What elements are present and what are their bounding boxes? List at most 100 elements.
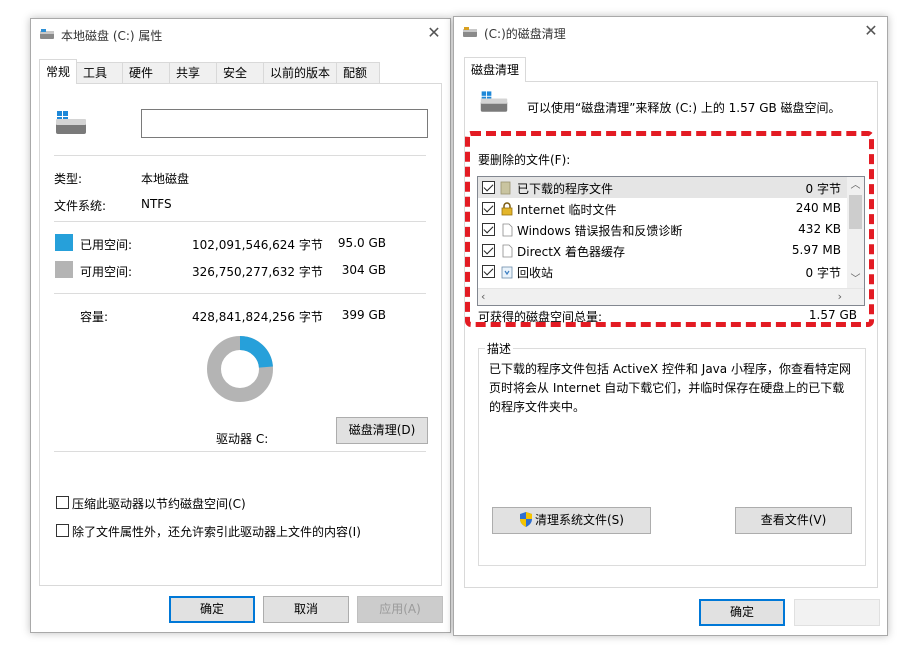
properties-title: 本地磁盘 (C:) 属性	[61, 29, 163, 43]
cleanup-title: (C:)的磁盘清理	[484, 27, 566, 41]
filesystem-label: 文件系统:	[54, 199, 107, 213]
scroll-thumb[interactable]	[849, 195, 862, 229]
ok-button[interactable]: 确定	[169, 596, 255, 623]
clean-system-files-button[interactable]: 清理系统文件(S)	[492, 507, 651, 534]
used-gb: 95.0 GB	[337, 236, 386, 250]
filesystem-value: NTFS	[141, 197, 172, 211]
cleanup-panel: 可以使用“磁盘清理”来释放 (C:) 上的 1.57 GB 磁盘空间。 要删除的…	[464, 81, 878, 588]
scroll-up-icon[interactable]: ︿	[847, 177, 864, 194]
file-icon	[500, 244, 514, 258]
lock-icon	[500, 202, 514, 216]
file-list-item[interactable]: 已下载的程序文件 0 字节	[478, 177, 847, 198]
donut-used	[239, 336, 273, 369]
file-size: 432 KB	[798, 222, 841, 236]
cleanup-intro: 可以使用“磁盘清理”来释放 (C:) 上的 1.57 GB 磁盘空间。	[527, 101, 841, 115]
drive-large-icon	[56, 111, 86, 134]
drive-icon	[40, 29, 54, 39]
divider	[54, 293, 426, 294]
properties-window: 本地磁盘 (C:) 属性 ✕ 常规 工具 硬件 共享 安全 以前的版本 配额 类…	[30, 18, 451, 633]
file-checkbox[interactable]	[482, 181, 495, 194]
cleanup-icon	[463, 27, 477, 37]
cleanup-cancel-button-obscured[interactable]	[794, 599, 880, 626]
total-space-label: 可获得的磁盘空间总量:	[478, 310, 603, 324]
cancel-button[interactable]: 取消	[263, 596, 349, 623]
apply-button[interactable]: 应用(A)	[357, 596, 443, 623]
used-bytes: 102,091,546,624 字节	[192, 238, 323, 252]
file-icon	[500, 223, 514, 237]
cleanup-tabs: 磁盘清理	[464, 57, 527, 82]
file-list-item[interactable]: 回收站 0 字节	[478, 261, 847, 282]
folder-icon	[500, 181, 514, 195]
file-checkbox[interactable]	[482, 265, 495, 278]
clean-system-files-label: 清理系统文件(S)	[535, 513, 624, 527]
scroll-right-icon[interactable]: ›	[838, 289, 842, 305]
free-bytes: 326,750,277,632 字节	[192, 265, 323, 279]
description-group: 描述 已下载的程序文件包括 ActiveX 控件和 Java 小程序，你查看特定…	[478, 340, 866, 566]
file-checkbox[interactable]	[482, 202, 495, 215]
file-size: 240 MB	[795, 201, 841, 215]
file-name: 已下载的程序文件	[517, 182, 614, 196]
files-to-delete-label: 要删除的文件(F):	[478, 153, 571, 167]
view-files-button[interactable]: 查看文件(V)	[735, 507, 852, 534]
type-label: 类型:	[54, 172, 83, 186]
file-name: 回收站	[517, 266, 554, 280]
drive-name-input[interactable]	[141, 109, 428, 138]
free-label: 可用空间:	[80, 265, 133, 279]
file-list-item[interactable]: Windows 错误报告和反馈诊断 432 KB	[478, 219, 847, 240]
drive-label: 驱动器 C:	[216, 432, 269, 446]
divider	[54, 155, 426, 156]
cleanup-titlebar[interactable]: (C:)的磁盘清理 ✕	[454, 17, 887, 47]
scroll-down-icon[interactable]: ﹀	[847, 271, 864, 288]
recycle-bin-icon	[500, 265, 514, 279]
close-icon[interactable]: ✕	[426, 25, 442, 41]
files-listbox[interactable]: 已下载的程序文件 0 字节 Internet 临时文件 240 MB Windows 错…	[477, 176, 865, 306]
used-label: 已用空间:	[80, 238, 133, 252]
file-checkbox[interactable]	[482, 223, 495, 236]
tab-sharing[interactable]: 共享	[169, 62, 218, 84]
vertical-scrollbar[interactable]: ︿ ﹀	[847, 177, 864, 288]
free-color-swatch	[55, 261, 73, 278]
cleanup-ok-button[interactable]: 确定	[699, 599, 785, 626]
capacity-bytes: 428,841,824,256 字节	[192, 310, 323, 324]
divider	[54, 451, 426, 452]
scroll-left-icon[interactable]: ‹	[481, 289, 485, 305]
compress-checkbox[interactable]	[56, 496, 69, 509]
free-gb: 304 GB	[341, 263, 386, 277]
tab-security[interactable]: 安全	[216, 62, 265, 84]
disk-cleanup-button[interactable]: 磁盘清理(D)	[336, 417, 428, 444]
file-name: Windows 错误报告和反馈诊断	[517, 224, 683, 238]
close-icon[interactable]: ✕	[863, 23, 879, 39]
capacity-gb: 399 GB	[341, 308, 386, 322]
divider	[54, 221, 426, 222]
horizontal-scrollbar[interactable]: ‹ ›	[478, 288, 864, 305]
type-value: 本地磁盘	[141, 172, 190, 186]
used-color-swatch	[55, 234, 73, 251]
tab-tools[interactable]: 工具	[76, 62, 124, 84]
tab-hardware[interactable]: 硬件	[122, 62, 171, 84]
properties-tabs: 常规 工具 硬件 共享 安全 以前的版本 配额	[39, 59, 381, 84]
total-space-value: 1.57 GB	[808, 308, 857, 322]
file-checkbox[interactable]	[482, 244, 495, 257]
capacity-label: 容量:	[80, 310, 109, 324]
file-size: 5.97 MB	[791, 243, 841, 257]
disk-cleanup-window: (C:)的磁盘清理 ✕ 磁盘清理 可以使用“磁盘清理”来释放 (C:) 上的 1…	[453, 16, 888, 636]
file-list-item[interactable]: Internet 临时文件 240 MB	[478, 198, 847, 219]
usage-donut	[207, 336, 273, 402]
tab-previous-versions[interactable]: 以前的版本	[263, 62, 338, 84]
tab-general[interactable]: 常规	[39, 59, 78, 84]
file-size: 0 字节	[805, 182, 841, 196]
description-title: 描述	[485, 340, 514, 357]
file-list-item[interactable]: DirectX 着色器缓存 5.97 MB	[478, 240, 847, 261]
shield-icon	[520, 512, 532, 527]
compress-label[interactable]: 压缩此驱动器以节约磁盘空间(C)	[72, 495, 246, 512]
general-panel: 类型: 本地磁盘 文件系统: NTFS 已用空间: 102,091,546,62…	[39, 83, 442, 586]
file-name: Internet 临时文件	[517, 203, 617, 217]
index-label[interactable]: 除了文件属性外，还允许索引此驱动器上文件的内容(I)	[72, 523, 361, 540]
file-size: 0 字节	[805, 266, 841, 280]
tab-quota[interactable]: 配额	[336, 62, 381, 84]
index-checkbox[interactable]	[56, 524, 69, 537]
file-name: DirectX 着色器缓存	[517, 245, 625, 259]
properties-titlebar[interactable]: 本地磁盘 (C:) 属性 ✕	[31, 19, 450, 49]
tab-disk-cleanup[interactable]: 磁盘清理	[464, 57, 527, 82]
description-text: 已下载的程序文件包括 ActiveX 控件和 Java 小程序，你查看特定网页时…	[489, 362, 851, 414]
